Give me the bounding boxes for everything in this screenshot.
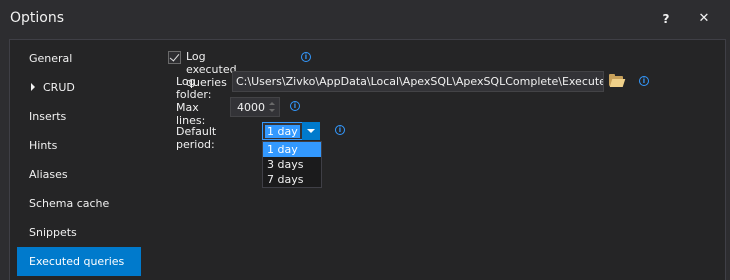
info-icon[interactable]: i — [639, 76, 649, 86]
chevron-down-icon[interactable] — [302, 122, 320, 140]
sidebar-item-crud[interactable]: CRUD — [17, 73, 141, 102]
sidebar-item-hints[interactable]: Hints — [17, 131, 141, 160]
options-panel: General CRUD Inserts Hints Aliases Schem… — [9, 39, 726, 280]
dropdown-option-7-days[interactable]: 7 days — [263, 172, 321, 187]
sidebar-item-snippets[interactable]: Snippets — [17, 218, 141, 247]
sidebar-item-inserts[interactable]: Inserts — [17, 102, 141, 131]
info-icon[interactable]: i — [301, 52, 311, 62]
sidebar-item-aliases[interactable]: Aliases — [17, 160, 141, 189]
sidebar-item-label: Hints — [29, 139, 58, 152]
sidebar-item-label: CRUD — [43, 81, 75, 94]
close-button[interactable]: ✕ — [694, 9, 714, 29]
default-period-dropdown: 1 day 3 days 7 days — [262, 141, 322, 188]
info-icon[interactable]: i — [335, 125, 345, 135]
info-icon[interactable]: i — [290, 101, 300, 111]
expand-caret-icon[interactable] — [31, 83, 35, 91]
sidebar-item-label: Inserts — [29, 110, 67, 123]
increment-arrow-icon[interactable] — [269, 102, 275, 105]
log-executed-queries-checkbox[interactable] — [168, 51, 181, 64]
sidebar-item-label: Aliases — [29, 168, 68, 181]
sidebar-item-general[interactable]: General — [17, 44, 141, 73]
sidebar-item-schema-cache[interactable]: Schema cache — [17, 189, 141, 218]
title-bar: Options ? ✕ — [0, 0, 730, 38]
decrement-arrow-icon[interactable] — [269, 109, 275, 112]
default-period-select[interactable]: 1 day — [262, 122, 320, 140]
window-title: Options — [10, 10, 65, 26]
dropdown-option-3-days[interactable]: 3 days — [263, 157, 321, 172]
max-lines-stepper[interactable]: 4000 — [230, 97, 280, 117]
sidebar-item-executed-queries[interactable]: Executed queries — [17, 247, 141, 276]
stepper-arrows[interactable] — [268, 101, 276, 115]
log-folder-label: Log folder: — [176, 75, 212, 101]
sidebar-item-label: Executed queries — [29, 255, 125, 268]
sidebar-item-label: General — [29, 52, 73, 65]
max-lines-value[interactable]: 4000 — [237, 101, 265, 114]
sidebar-item-label: Snippets — [29, 226, 77, 239]
max-lines-label: Max lines: — [176, 101, 206, 127]
help-button[interactable]: ? — [656, 9, 676, 29]
default-period-label: Default period: — [176, 125, 217, 151]
dropdown-option-1-day[interactable]: 1 day — [263, 142, 321, 157]
browse-folder-button[interactable] — [606, 71, 627, 92]
sidebar-item-label: Schema cache — [29, 197, 110, 210]
sidebar-nav: General CRUD Inserts Hints Aliases Schem… — [17, 44, 141, 276]
default-period-selected-value[interactable]: 1 day — [265, 125, 300, 138]
log-folder-field[interactable]: C:\Users\Zivko\AppData\Local\ApexSQL\Ape… — [232, 71, 604, 92]
